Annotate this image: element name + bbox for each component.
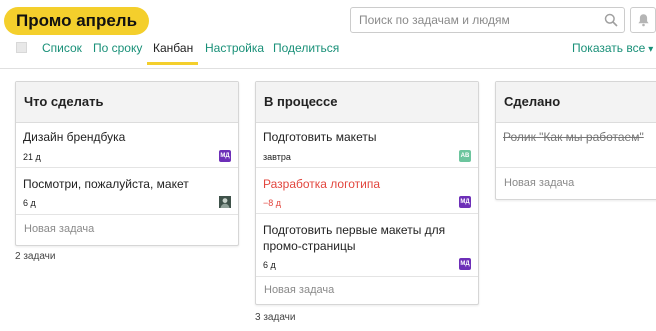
tab-by-deadline[interactable]: По сроку bbox=[93, 41, 142, 55]
top-bar: Промо апрель Список По сроку Канбан Наст… bbox=[0, 0, 656, 69]
kanban-column-done: Сделано Ролик "Как мы работаем" Новая за… bbox=[495, 81, 656, 200]
task-deadline: завтра bbox=[263, 152, 291, 162]
task-count: 2 задачи bbox=[15, 251, 56, 262]
task-card[interactable]: Посмотри, пожалуйста, макет 6 д bbox=[16, 168, 238, 215]
search-icon[interactable] bbox=[604, 13, 618, 27]
task-deadline-overdue: −8 д bbox=[263, 198, 282, 208]
assignee-photo-avatar[interactable] bbox=[219, 196, 231, 208]
chevron-down-icon: ▾ bbox=[648, 44, 654, 55]
select-all-checkbox[interactable] bbox=[16, 42, 27, 53]
search-box[interactable] bbox=[350, 7, 625, 33]
task-deadline: 21 д bbox=[23, 152, 41, 162]
new-task-button[interactable]: Новая задача bbox=[504, 177, 574, 189]
task-card[interactable]: Подготовить первые макеты для промо-стра… bbox=[256, 214, 478, 277]
assignee-avatar[interactable]: МД bbox=[219, 150, 231, 162]
assignee-avatar[interactable]: МД bbox=[459, 258, 471, 270]
assignee-avatar[interactable]: МД bbox=[459, 196, 471, 208]
task-card[interactable]: Ролик "Как мы работаем" bbox=[496, 122, 656, 168]
task-title: Дизайн брендбука bbox=[23, 130, 126, 144]
tab-kanban[interactable]: Канбан bbox=[153, 41, 193, 55]
task-deadline: 6 д bbox=[23, 198, 36, 208]
task-title: Подготовить макеты bbox=[263, 130, 377, 144]
task-title-overdue: Разработка логотипа bbox=[263, 177, 380, 191]
tab-settings[interactable]: Настройка bbox=[205, 41, 264, 55]
bell-icon bbox=[638, 14, 649, 27]
new-task-button[interactable]: Новая задача bbox=[24, 223, 94, 235]
project-title[interactable]: Промо апрель bbox=[4, 7, 150, 35]
task-count: 3 задачи bbox=[255, 312, 296, 323]
kanban-column-todo: Что сделать Дизайн брендбука 21 д МД Пос… bbox=[15, 81, 239, 246]
column-title: Сделано bbox=[496, 82, 656, 123]
task-title-done: Ролик "Как мы работаем" bbox=[503, 130, 644, 144]
task-card[interactable]: Разработка логотипа −8 д МД bbox=[256, 168, 478, 214]
assignee-avatar[interactable]: АВ bbox=[459, 150, 471, 162]
new-task-button[interactable]: Новая задача bbox=[264, 284, 334, 296]
task-title: Посмотри, пожалуйста, макет bbox=[23, 177, 189, 191]
kanban-column-in-progress: В процессе Подготовить макеты завтра АВ … bbox=[255, 81, 479, 305]
task-title: Подготовить первые макеты для промо-стра… bbox=[263, 223, 446, 253]
active-tab-indicator bbox=[147, 62, 198, 65]
task-deadline: 6 д bbox=[263, 260, 276, 270]
task-card[interactable]: Дизайн брендбука 21 д МД bbox=[16, 122, 238, 168]
notifications-button[interactable] bbox=[630, 7, 656, 33]
show-all-dropdown[interactable]: Показать все ▾ bbox=[572, 41, 653, 55]
show-all-label: Показать все bbox=[572, 41, 646, 55]
tab-list[interactable]: Список bbox=[42, 41, 82, 55]
column-title: В процессе bbox=[256, 82, 478, 123]
search-input[interactable] bbox=[351, 8, 603, 32]
column-title: Что сделать bbox=[16, 82, 238, 123]
task-card[interactable]: Подготовить макеты завтра АВ bbox=[256, 122, 478, 168]
tab-share[interactable]: Поделиться bbox=[273, 41, 339, 55]
